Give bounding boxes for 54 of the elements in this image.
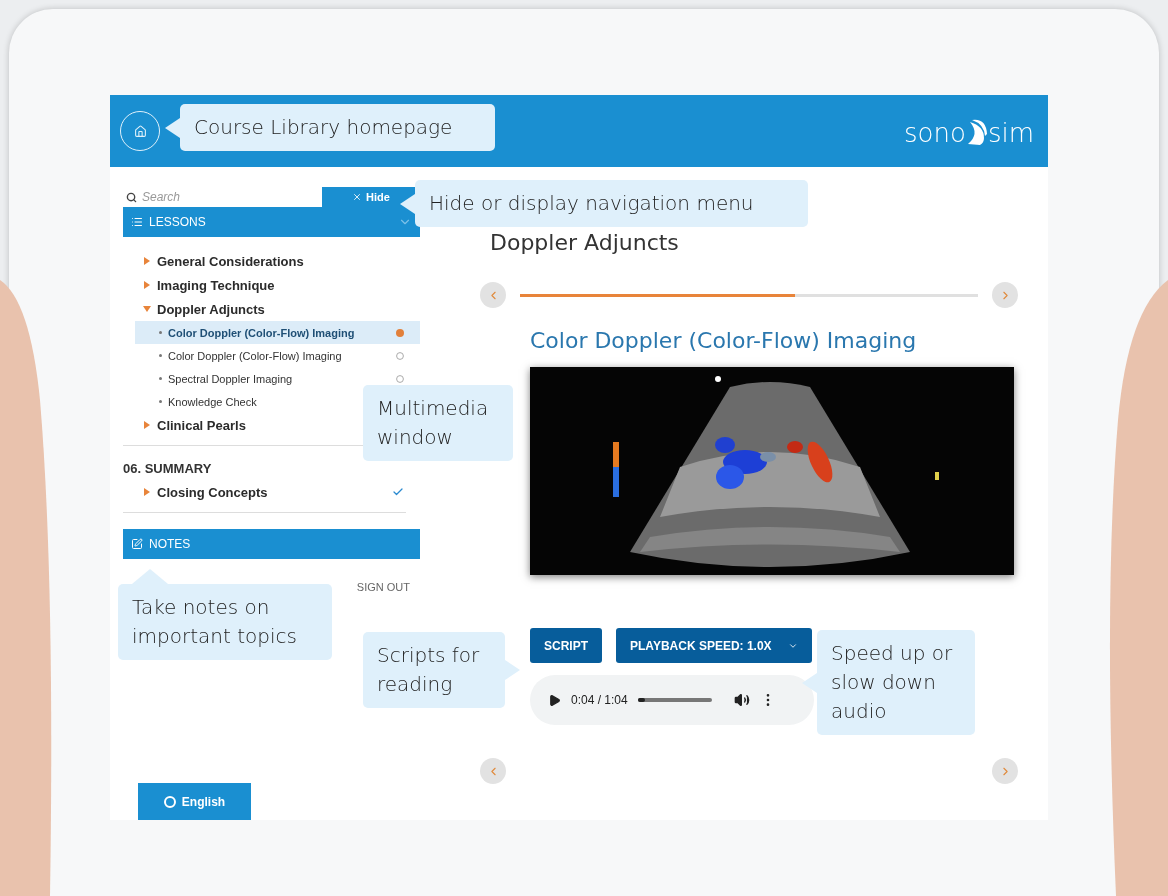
callout-tooltip: Take notes on important topics xyxy=(118,584,332,660)
script-button[interactable]: SCRIPT xyxy=(530,628,602,663)
notes-label: NOTES xyxy=(149,537,192,551)
callout-pointer xyxy=(505,660,520,680)
language-button[interactable]: English xyxy=(138,783,251,820)
caret-icon[interactable] xyxy=(143,305,151,313)
caret-icon[interactable] xyxy=(143,257,151,265)
next-button[interactable] xyxy=(992,758,1018,784)
previous-button[interactable] xyxy=(480,758,506,784)
lessons-label: LESSONS xyxy=(149,215,207,229)
lesson-topic[interactable]: Color Doppler (Color-Flow) Imaging xyxy=(135,321,420,344)
volume-icon[interactable] xyxy=(733,692,750,708)
bullet-icon xyxy=(159,331,162,334)
lesson-item[interactable]: General Considerations xyxy=(123,249,420,273)
caret-icon[interactable] xyxy=(143,488,151,496)
bullet-icon xyxy=(159,400,162,403)
callout-pointer xyxy=(400,193,415,214)
sign-out-link[interactable]: SIGN OUT xyxy=(356,581,410,593)
ring-icon xyxy=(163,795,176,808)
section-title: Color Doppler (Color-Flow) Imaging xyxy=(530,328,918,353)
search-icon xyxy=(126,191,137,203)
lesson-item[interactable]: Closing Concepts xyxy=(123,480,420,504)
callout-tooltip: Hide or display navigation menu xyxy=(415,180,808,227)
lesson-title: Doppler Adjuncts xyxy=(489,230,680,255)
notes-bar[interactable]: NOTES xyxy=(123,529,420,559)
callout-pointer xyxy=(132,569,168,584)
callout-tooltip: Speed up or slow down audio xyxy=(817,630,975,735)
lesson-topic[interactable]: Color Doppler (Color-Flow) Imaging xyxy=(135,344,420,367)
audio-time: 0:04 / 1:04 xyxy=(571,693,628,707)
notes-icon xyxy=(131,538,143,550)
logo-wordmark: sono xyxy=(904,120,966,146)
callout-tooltip: Multimedia window xyxy=(363,385,513,461)
next-button[interactable] xyxy=(992,282,1018,308)
speed-dropdown[interactable]: PLAYBACK SPEED: 1.0X xyxy=(616,628,812,663)
list-icon xyxy=(131,216,143,228)
lesson-item[interactable]: Doppler Adjuncts xyxy=(123,297,420,321)
caret-icon[interactable] xyxy=(143,421,151,429)
audio-track[interactable] xyxy=(637,698,712,702)
bullet-icon xyxy=(159,354,162,357)
callout-pointer xyxy=(802,672,817,693)
previous-button[interactable] xyxy=(480,282,506,308)
close-icon xyxy=(352,192,363,202)
callout-tooltip: Course Library homepage xyxy=(180,104,495,151)
bullet-icon xyxy=(159,377,162,380)
search-field[interactable]: Search xyxy=(142,190,292,204)
caret-icon[interactable] xyxy=(143,281,151,289)
lesson-item[interactable]: Imaging Technique xyxy=(123,273,420,297)
play-icon[interactable] xyxy=(548,693,561,707)
home-icon xyxy=(133,124,147,138)
section-heading: 06. SUMMARY xyxy=(123,459,213,478)
logo-wordmark: sim xyxy=(987,120,1034,146)
lessons-bar[interactable]: LESSONS xyxy=(123,207,420,237)
callout-pointer xyxy=(165,117,180,138)
callout-tooltip: Scripts for reading xyxy=(363,632,505,708)
